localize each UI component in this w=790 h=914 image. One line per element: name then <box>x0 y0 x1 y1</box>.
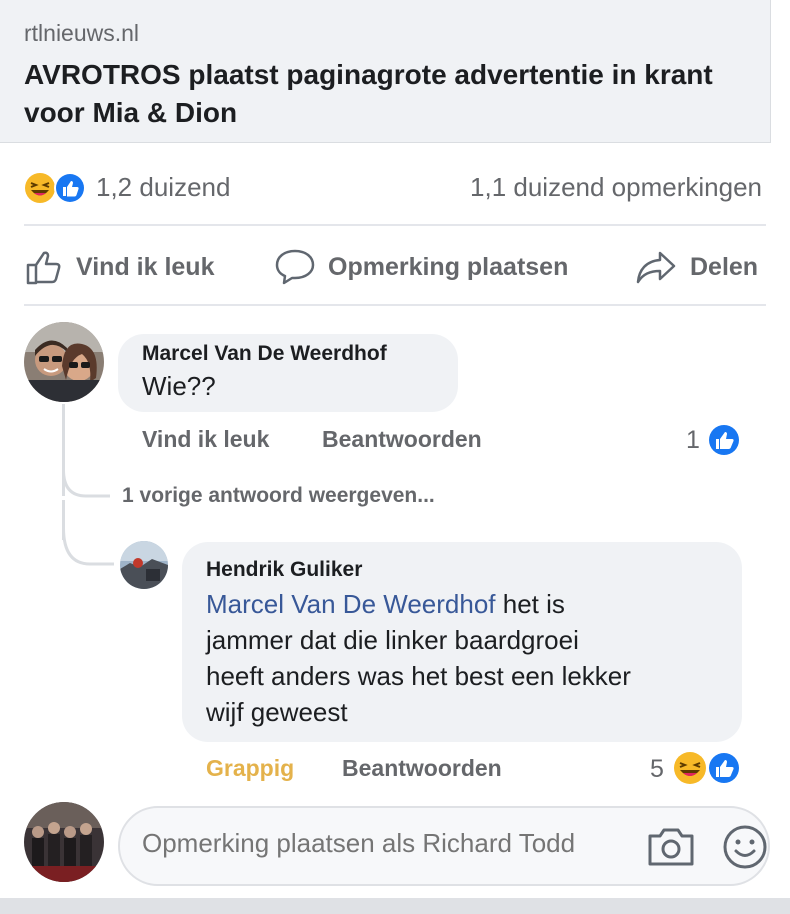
thread-curve <box>62 528 114 566</box>
like-icon <box>54 172 86 204</box>
camera-icon[interactable] <box>646 824 696 868</box>
comment-button-label: Opmerking plaatsen <box>328 252 569 281</box>
thumbs-up-icon <box>26 251 61 285</box>
reply-reaction-count[interactable]: 5 <box>650 755 664 784</box>
divider <box>24 304 766 306</box>
like-button-label: Vind ik leuk <box>76 252 215 281</box>
bottom-bar <box>0 898 790 914</box>
comment-composer[interactable] <box>118 806 770 886</box>
like-button[interactable]: Vind ik leuk <box>24 245 214 289</box>
comment-input[interactable] <box>142 828 622 859</box>
comment-bubble[interactable]: Marcel Van De Weerdhof Wie?? <box>118 334 458 412</box>
view-previous-replies-link[interactable]: 1 vorige antwoord weergeven... <box>122 484 435 508</box>
comment-reaction-count[interactable]: 1 <box>686 426 700 455</box>
speech-bubble-icon <box>275 249 315 285</box>
avatar-marcel[interactable] <box>24 322 104 402</box>
link-preview-card[interactable]: rtlnieuws.nl AVROTROS plaatst paginagrot… <box>0 0 771 143</box>
link-domain: rtlnieuws.nl <box>24 20 140 46</box>
thread-curve <box>62 470 110 498</box>
haha-icon <box>674 752 706 784</box>
reply-text-line: wijf geweest <box>206 697 348 727</box>
comment-like-link[interactable]: Vind ik leuk <box>142 426 269 453</box>
reply-reaction-link[interactable]: Grappig <box>206 755 294 782</box>
reaction-icons[interactable] <box>24 171 94 205</box>
avatar-current-user[interactable] <box>24 802 104 882</box>
comments-count[interactable]: 1,1 duizend opmerkingen <box>470 172 762 203</box>
emoji-icon[interactable] <box>722 824 768 870</box>
comment-text: Wie?? <box>142 371 216 401</box>
reply-text-line: het is <box>495 589 565 619</box>
comment-button[interactable]: Opmerking plaatsen <box>274 245 568 289</box>
share-button[interactable]: Delen <box>634 245 758 289</box>
reply-reply-link[interactable]: Beantwoorden <box>342 755 502 782</box>
comment-author[interactable]: Marcel Van De Weerdhof <box>142 342 387 366</box>
profile-photo <box>120 541 168 589</box>
share-arrow-icon <box>636 251 676 284</box>
divider <box>24 224 766 226</box>
profile-photo <box>24 802 104 882</box>
link-title[interactable]: AVROTROS plaatst paginagrote advertentie… <box>24 56 744 132</box>
reactions-summary: 1,2 duizend 1,1 duizend opmerkingen <box>24 168 762 208</box>
reply-mention-link[interactable]: Marcel Van De Weerdhof <box>206 589 496 619</box>
comment-reply-link[interactable]: Beantwoorden <box>322 426 482 453</box>
reply-text: Marcel Van De Weerdhof het is jammer dat… <box>206 586 736 730</box>
reply-author[interactable]: Hendrik Guliker <box>206 558 362 582</box>
haha-icon <box>25 173 55 203</box>
reply-bubble[interactable]: Hendrik Guliker Marcel Van De Weerdhof h… <box>182 542 742 742</box>
profile-photo <box>24 322 104 402</box>
reply-text-line: heeft anders was het best een lekker <box>206 661 631 691</box>
reply-reaction-icons[interactable] <box>672 750 744 786</box>
like-icon[interactable] <box>706 422 742 458</box>
avatar-hendrik[interactable] <box>120 541 168 589</box>
reply-text-line: jammer dat die linker baardgroei <box>206 625 579 655</box>
reactions-count[interactable]: 1,2 duizend <box>96 172 230 203</box>
like-icon <box>707 751 741 785</box>
share-button-label: Delen <box>690 252 759 281</box>
